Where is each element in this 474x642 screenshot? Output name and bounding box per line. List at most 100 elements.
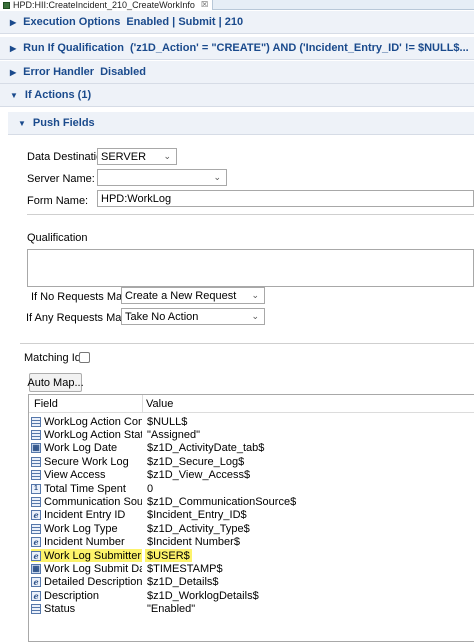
field-cell[interactable]: e Description — [31, 589, 142, 602]
table-row[interactable]: Secure Work Log $z1D_Secure_Log$ — [29, 455, 474, 468]
field-mapping-table: Field Value WorkLog Action Com...$NULL$W… — [28, 394, 474, 642]
section-push-fields[interactable]: ▼ Push Fields — [8, 112, 474, 135]
table-row[interactable]: WorkLog Action Status"Assigned" — [29, 428, 474, 441]
selection-field-icon — [31, 604, 41, 615]
field-cell[interactable]: ▦ Work Log Date — [31, 442, 142, 455]
section-run-if-qualification[interactable]: ▶ Run If Qualification ('z1D_Action' = "… — [0, 37, 474, 60]
section-title: Error Handler — [23, 66, 95, 78]
expand-arrow-icon[interactable]: ▶ — [10, 18, 16, 27]
close-icon[interactable]: ☒ — [201, 0, 208, 10]
divider — [20, 343, 474, 344]
value-cell[interactable]: $z1D_Details$ — [145, 576, 221, 589]
field-name: Detailed Description — [44, 576, 142, 589]
date-field-icon: ▦ — [31, 563, 41, 574]
chevron-down-icon: ⌄ — [213, 172, 221, 182]
field-name: Communication Sour... — [44, 496, 142, 509]
value-cell[interactable]: "Assigned" — [145, 428, 202, 441]
section-if-actions[interactable]: ▼ If Actions (1) — [0, 84, 474, 107]
section-title: Push Fields — [32, 117, 95, 129]
matching-ids-label: Matching Ids — [24, 352, 87, 364]
value-cell[interactable]: $USER$ — [145, 548, 192, 563]
expand-arrow-icon[interactable]: ▶ — [10, 68, 16, 77]
value-cell[interactable]: $NULL$ — [145, 415, 189, 428]
column-header-field[interactable]: Field — [34, 398, 58, 410]
value-cell[interactable]: $Incident_Entry_ID$ — [145, 509, 249, 522]
matching-ids-checkbox[interactable] — [79, 352, 90, 363]
collapse-arrow-icon[interactable]: ▼ — [18, 119, 26, 128]
if-any-requests-select[interactable]: Take No Action ⌄ — [121, 308, 265, 325]
table-row[interactable]: ▦ Work Log Date $z1D_ActivityDate_tab$ — [29, 442, 474, 455]
field-name: Work Log Submit Date — [44, 562, 142, 575]
field-name: Description — [44, 589, 100, 602]
field-cell[interactable]: e Work Log Submitter — [31, 548, 142, 563]
table-row[interactable]: e Description $z1D_WorklogDetails$ — [29, 589, 474, 602]
field-name: Work Log Type — [44, 522, 118, 535]
table-row[interactable]: View Access $z1D_View_Access$ — [29, 469, 474, 482]
column-header-value[interactable]: Value — [146, 398, 173, 410]
collapse-arrow-icon[interactable]: ▼ — [10, 91, 18, 100]
selection-field-icon — [31, 416, 41, 427]
section-summary: Disabled — [100, 66, 146, 78]
field-cell[interactable]: ▦Work Log Submit Date — [31, 562, 142, 575]
form-name-input[interactable]: HPD:WorkLog — [97, 190, 474, 207]
column-separator[interactable] — [142, 395, 143, 413]
value-cell[interactable]: $z1D_Activity_Type$ — [145, 522, 252, 535]
table-row[interactable]: e Incident Number $Incident Number$ — [29, 536, 474, 549]
field-cell[interactable]: e Incident Number — [31, 536, 142, 549]
table-header: Field Value — [29, 395, 474, 413]
field-cell[interactable]: Work Log Type — [31, 522, 142, 535]
expand-arrow-icon[interactable]: ▶ — [10, 44, 16, 53]
value-cell[interactable]: $z1D_CommunicationSource$ — [145, 495, 298, 508]
field-cell[interactable]: e Detailed Description — [31, 576, 142, 589]
value-cell[interactable]: $TIMESTAMP$ — [145, 562, 225, 575]
field-cell[interactable]: e Incident Entry ID — [31, 509, 142, 522]
value-cell[interactable]: $z1D_View_Access$ — [145, 469, 252, 482]
field-cell[interactable]: WorkLog Action Status — [31, 428, 142, 441]
selection-field-icon — [31, 430, 41, 441]
section-error-handler[interactable]: ▶ Error Handler Disabled — [0, 61, 474, 84]
editor-tab-title: HPD:HII:CreateIncident_210_CreateWorkInf… — [13, 0, 195, 10]
table-row[interactable]: WorkLog Action Com...$NULL$ — [29, 415, 474, 428]
value-cell[interactable]: $z1D_ActivityDate_tab$ — [145, 442, 266, 455]
if-no-requests-value: Create a New Request — [125, 289, 237, 302]
character-field-icon: e — [31, 577, 41, 588]
table-body: WorkLog Action Com...$NULL$WorkLog Actio… — [29, 415, 474, 616]
table-row[interactable]: e Incident Entry ID $Incident_Entry_ID$ — [29, 509, 474, 522]
section-title: Run If Qualification — [23, 42, 124, 54]
qualification-editor[interactable] — [27, 249, 474, 287]
field-name: Incident Number — [44, 536, 125, 549]
field-cell[interactable]: View Access — [31, 469, 142, 482]
section-execution-options[interactable]: ▶ Execution Options Enabled | Submit | 2… — [0, 11, 474, 34]
value-cell[interactable]: "Enabled" — [145, 602, 197, 615]
table-row[interactable]: 1 Total Time Spent 0 — [29, 482, 474, 495]
field-cell[interactable]: Secure Work Log — [31, 455, 142, 468]
value-cell[interactable]: 0 — [145, 482, 155, 495]
table-row[interactable]: e Work Log Submitter $USER$ — [29, 548, 474, 563]
qualification-label: Qualification — [27, 232, 88, 244]
auto-map-button[interactable]: Auto Map... — [27, 373, 84, 392]
divider — [27, 214, 474, 215]
table-row[interactable]: Communication Sour...$z1D_CommunicationS… — [29, 495, 474, 508]
field-cell[interactable]: 1 Total Time Spent — [31, 482, 142, 495]
value-cell[interactable]: $z1D_Secure_Log$ — [145, 455, 246, 468]
field-cell[interactable]: Communication Sour... — [31, 495, 142, 508]
editor-tab[interactable]: HPD:HII:CreateIncident_210_CreateWorkInf… — [0, 0, 214, 10]
server-name-select[interactable]: ⌄ — [97, 169, 227, 186]
field-cell[interactable]: Status — [31, 602, 142, 615]
if-no-requests-select[interactable]: Create a New Request ⌄ — [121, 287, 265, 304]
table-row[interactable]: ▦Work Log Submit Date$TIMESTAMP$ — [29, 562, 474, 575]
field-cell[interactable]: WorkLog Action Com... — [31, 415, 142, 428]
chevron-down-icon: ⌄ — [163, 151, 171, 161]
table-row[interactable]: Work Log Type $z1D_Activity_Type$ — [29, 522, 474, 535]
field-name: WorkLog Action Status — [44, 429, 142, 442]
table-row[interactable]: e Detailed Description $z1D_Details$ — [29, 576, 474, 589]
value-cell[interactable]: $z1D_WorklogDetails$ — [145, 589, 261, 602]
field-name: Total Time Spent — [44, 482, 126, 495]
section-title: If Actions (1) — [24, 89, 92, 101]
value-cell[interactable]: $Incident Number$ — [145, 536, 242, 549]
data-destination-select[interactable]: SERVER ⌄ — [97, 148, 177, 165]
field-name: Status — [44, 603, 76, 616]
selection-field-icon — [31, 497, 41, 508]
table-row[interactable]: Status "Enabled" — [29, 602, 474, 615]
section-summary: Enabled | Submit | 210 — [126, 16, 244, 28]
